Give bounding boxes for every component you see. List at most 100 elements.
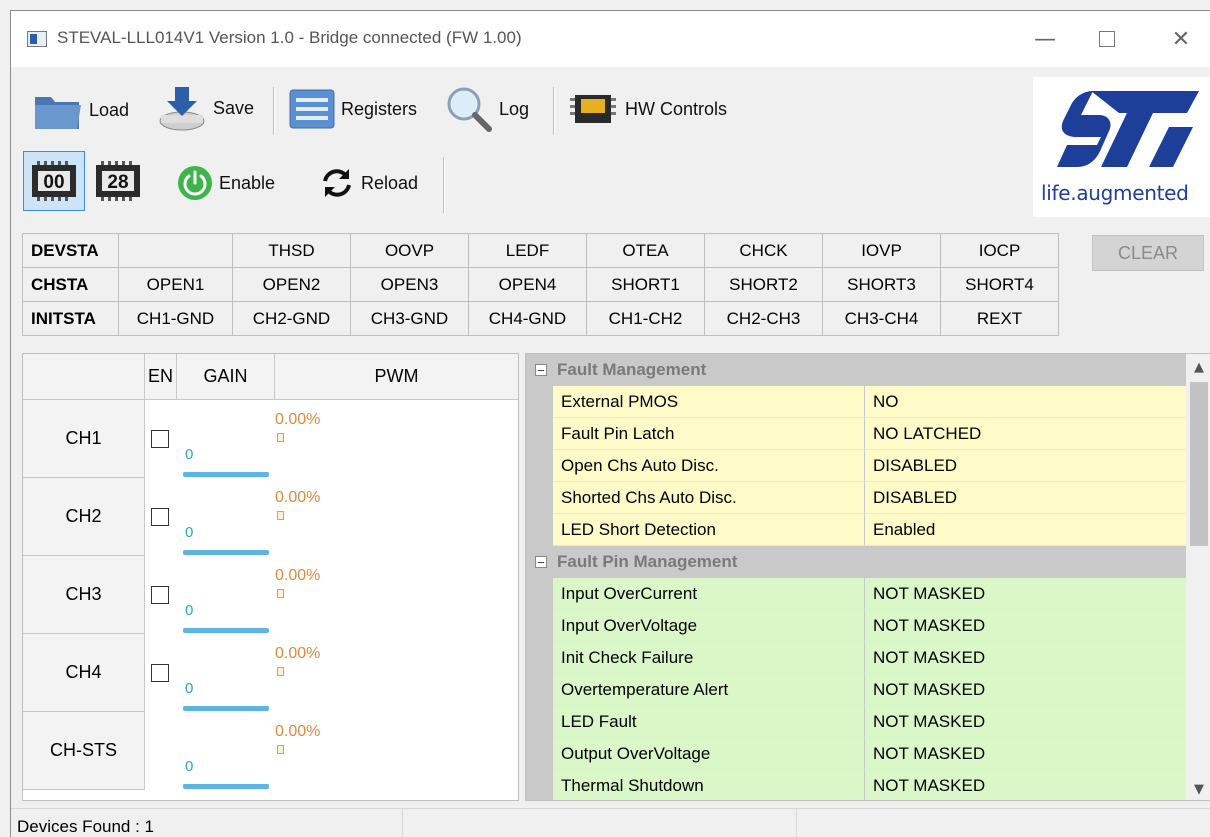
property-name: Fault Pin Latch bbox=[553, 418, 865, 450]
property-row[interactable]: Open Chs Auto Disc. DISABLED bbox=[553, 450, 1186, 482]
log-button[interactable]: Log bbox=[445, 85, 529, 133]
property-row[interactable]: External PMOS NO bbox=[553, 386, 1186, 418]
gain-value: 0 bbox=[185, 680, 194, 697]
channel-header-corner bbox=[23, 354, 145, 400]
enable-button[interactable]: Enable bbox=[177, 165, 275, 201]
pwm-slider-handle[interactable] bbox=[277, 589, 284, 598]
property-name: Input OverCurrent bbox=[553, 578, 865, 610]
status-flag-cell: CH1-GND bbox=[118, 301, 233, 336]
status-flag-cell: IOVP bbox=[822, 233, 941, 268]
channel-enable-checkbox[interactable] bbox=[151, 664, 169, 682]
device-00-button[interactable]: 00 bbox=[23, 151, 85, 211]
gain-slider[interactable] bbox=[183, 472, 269, 477]
property-row[interactable]: Input OverVoltage NOT MASKED bbox=[553, 610, 1186, 642]
status-flag-cell: LEDF bbox=[468, 233, 587, 268]
collapse-icon[interactable] bbox=[535, 556, 547, 568]
status-flag-cell: THSD bbox=[232, 233, 351, 268]
property-grid: Fault Management External PMOS NO Fault Pin… bbox=[525, 353, 1210, 801]
scroll-thumb[interactable] bbox=[1190, 382, 1208, 546]
status-segment: Devices Found : 1 bbox=[11, 809, 403, 837]
status-flag-cell: CH2-CH3 bbox=[704, 301, 823, 336]
close-button[interactable]: ✕ bbox=[1157, 17, 1205, 61]
status-flag-cell: SHORT2 bbox=[704, 267, 823, 302]
pwm-slider-handle[interactable] bbox=[277, 667, 284, 676]
device-28-button[interactable]: 28 bbox=[87, 151, 149, 211]
scroll-up-icon[interactable]: ▲ bbox=[1186, 354, 1210, 380]
load-button[interactable]: Load bbox=[33, 89, 129, 131]
pwm-slider-handle[interactable] bbox=[277, 511, 284, 520]
registers-button[interactable]: Registers bbox=[289, 89, 417, 129]
hw-chip-icon bbox=[570, 95, 616, 123]
reload-button[interactable]: Reload bbox=[319, 165, 418, 201]
collapse-icon[interactable] bbox=[535, 364, 547, 376]
channel-row: CH2 0 0.00% bbox=[23, 478, 518, 556]
status-register-grid: DEVSTA THSD OOVP LEDF OTEA CHCK IOVP IOCP CHSTA O… bbox=[22, 233, 1059, 336]
property-value[interactable]: DISABLED bbox=[865, 450, 1186, 482]
device-00-label: 00 bbox=[43, 172, 64, 193]
clear-button[interactable]: CLEAR bbox=[1092, 235, 1204, 271]
property-group-header[interactable]: Fault Pin Management bbox=[526, 546, 1186, 578]
enable-label: Enable bbox=[219, 172, 276, 193]
channel-row: CH1 0 0.00% bbox=[23, 400, 518, 478]
device-chip-icon: 28 bbox=[96, 161, 140, 201]
channel-enable-checkbox[interactable] bbox=[151, 586, 169, 604]
property-row[interactable]: Input OverCurrent NOT MASKED bbox=[553, 578, 1186, 610]
property-row[interactable]: Fault Pin Latch NO LATCHED bbox=[553, 418, 1186, 450]
property-row[interactable]: Init Check Failure NOT MASKED bbox=[553, 642, 1186, 674]
status-flag-cell: SHORT1 bbox=[586, 267, 705, 302]
channel-label: CH2 bbox=[23, 478, 145, 556]
channel-row: CH3 0 0.00% bbox=[23, 556, 518, 634]
property-group-name: Fault Management bbox=[557, 360, 707, 379]
gain-slider[interactable] bbox=[183, 628, 269, 633]
property-value[interactable]: NOT MASKED bbox=[865, 610, 1186, 642]
property-value[interactable]: Enabled bbox=[865, 514, 1186, 546]
property-value[interactable]: NO LATCHED bbox=[865, 418, 1186, 450]
property-row[interactable]: Shorted Chs Auto Disc. DISABLED bbox=[553, 482, 1186, 514]
property-row[interactable]: Output OverVoltage NOT MASKED bbox=[553, 738, 1186, 770]
property-row[interactable]: Thermal Shutdown NOT MASKED bbox=[553, 770, 1186, 800]
status-flag-cell: OTEA bbox=[586, 233, 705, 268]
toolbar-separator bbox=[553, 87, 555, 135]
power-icon bbox=[178, 166, 212, 200]
property-value[interactable]: DISABLED bbox=[865, 482, 1186, 514]
channel-panel: EN GAIN PWM CH1 0 0.00% CH2 0 0.00% CH3 0 0.00% C… bbox=[22, 353, 519, 801]
property-row[interactable]: LED Short Detection Enabled bbox=[553, 514, 1186, 546]
property-row[interactable]: Overtemperature Alert NOT MASKED bbox=[553, 674, 1186, 706]
maximize-button[interactable] bbox=[1083, 17, 1131, 61]
property-name: Output OverVoltage bbox=[553, 738, 865, 770]
property-value[interactable]: NOT MASKED bbox=[865, 706, 1186, 738]
pwm-value: 0.00% bbox=[275, 411, 321, 428]
pwm-slider-handle[interactable] bbox=[277, 745, 284, 754]
channel-enable-checkbox[interactable] bbox=[151, 430, 169, 448]
property-scrollbar[interactable]: ▲ ▼ bbox=[1186, 354, 1210, 800]
property-name: Init Check Failure bbox=[553, 642, 865, 674]
minimize-button[interactable]: — bbox=[1021, 17, 1069, 61]
gain-slider[interactable] bbox=[183, 706, 269, 711]
property-value[interactable]: NO bbox=[865, 386, 1186, 418]
status-flag-cell: SHORT4 bbox=[940, 267, 1059, 302]
pwm-value: 0.00% bbox=[275, 645, 321, 662]
save-button[interactable]: Save bbox=[157, 83, 254, 133]
gain-slider[interactable] bbox=[183, 550, 269, 555]
property-name: Input OverVoltage bbox=[553, 610, 865, 642]
property-value[interactable]: NOT MASKED bbox=[865, 578, 1186, 610]
property-value[interactable]: NOT MASKED bbox=[865, 642, 1186, 674]
channel-enable-checkbox[interactable] bbox=[151, 508, 169, 526]
property-value[interactable]: NOT MASKED bbox=[865, 738, 1186, 770]
property-value[interactable]: NOT MASKED bbox=[865, 770, 1186, 800]
property-name: Thermal Shutdown bbox=[553, 770, 865, 800]
property-name: Overtemperature Alert bbox=[553, 674, 865, 706]
status-flag-cell: SHORT3 bbox=[822, 267, 941, 302]
pwm-value: 0.00% bbox=[275, 489, 321, 506]
property-row[interactable]: LED Fault NOT MASKED bbox=[553, 706, 1186, 738]
scroll-down-icon[interactable]: ▼ bbox=[1186, 776, 1210, 800]
status-flag-cell: IOCP bbox=[940, 233, 1059, 268]
property-group-header[interactable]: Fault Management bbox=[526, 354, 1186, 386]
gain-header: GAIN bbox=[177, 354, 275, 400]
window-title: STEVAL-LLL014V1 Version 1.0 - Bridge con… bbox=[57, 28, 522, 47]
gain-slider[interactable] bbox=[183, 784, 269, 789]
pwm-slider-handle[interactable] bbox=[277, 433, 284, 442]
hw-controls-button[interactable]: HW Controls bbox=[567, 89, 727, 129]
devices-found-text: Devices Found : 1 bbox=[17, 817, 155, 836]
property-value[interactable]: NOT MASKED bbox=[865, 674, 1186, 706]
